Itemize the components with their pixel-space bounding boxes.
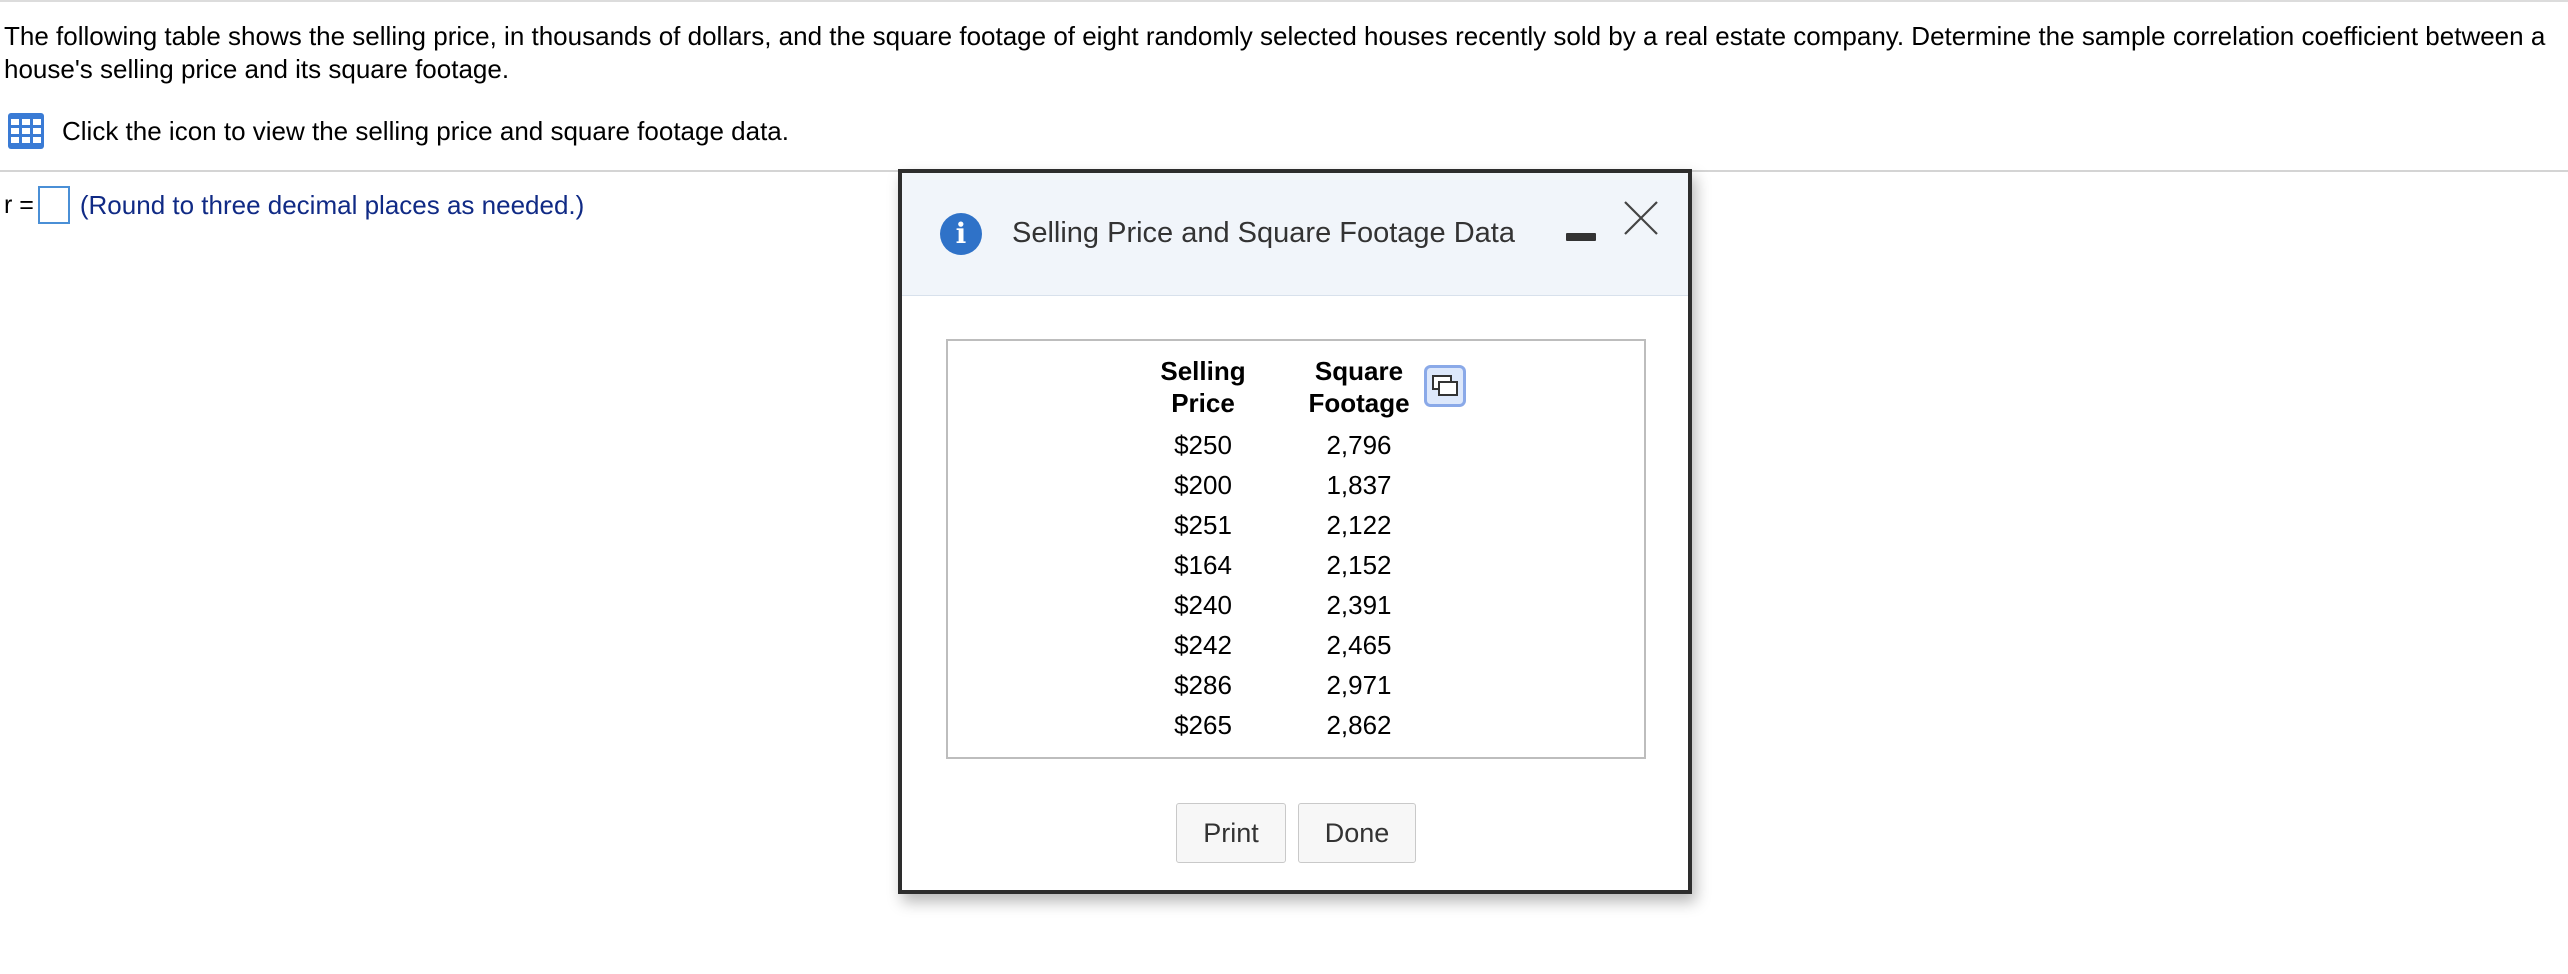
price-cell: $242 xyxy=(1174,630,1232,660)
column-header-square-footage: Square Footage xyxy=(1294,355,1424,419)
price-cell: $251 xyxy=(1174,510,1232,540)
done-button[interactable]: Done xyxy=(1298,803,1416,863)
sqft-cell: 2,122 xyxy=(1326,510,1392,540)
table-row: $200 1,837 xyxy=(948,465,1644,505)
table-row: $265 2,862 xyxy=(948,705,1644,745)
table-row: $164 2,152 xyxy=(948,545,1644,585)
sqft-cell: 2,796 xyxy=(1326,430,1392,460)
table-row: $240 2,391 xyxy=(948,585,1644,625)
sqft-cell: 1,837 xyxy=(1326,470,1392,500)
sqft-cell: 2,152 xyxy=(1326,550,1392,580)
table-row: $242 2,465 xyxy=(948,625,1644,665)
price-cell: $240 xyxy=(1174,590,1232,620)
close-icon xyxy=(1624,201,1658,235)
data-table-frame: Selling Price Square Footage $250 2,796 … xyxy=(946,339,1646,759)
dialog-header: i Selling Price and Square Footage Data xyxy=(902,173,1688,296)
sqft-cell: 2,465 xyxy=(1326,630,1392,660)
price-cell: $250 xyxy=(1174,430,1232,460)
info-icon: i xyxy=(940,213,982,255)
table-row: $286 2,971 xyxy=(948,665,1644,705)
minimize-icon xyxy=(1566,233,1596,241)
minimize-button[interactable] xyxy=(1566,221,1596,251)
table-grid-icon[interactable] xyxy=(8,113,44,149)
sqft-cell: 2,862 xyxy=(1326,710,1392,740)
view-data-link-text[interactable]: Click the icon to view the selling price… xyxy=(62,116,789,147)
price-cell: $265 xyxy=(1174,710,1232,740)
header-line: Footage xyxy=(1308,388,1410,418)
answer-row: r = (Round to three decimal places as ne… xyxy=(4,184,584,226)
rounding-instruction: (Round to three decimal places as needed… xyxy=(79,189,585,220)
price-cell: $286 xyxy=(1174,670,1232,700)
data-dialog: i Selling Price and Square Footage Data … xyxy=(898,169,1692,894)
price-cell: $164 xyxy=(1174,550,1232,580)
header-line: Square xyxy=(1314,356,1404,386)
close-button[interactable] xyxy=(1622,199,1660,237)
sqft-cell: 2,391 xyxy=(1326,590,1392,620)
r-label: r = xyxy=(4,190,34,219)
header-line: Selling xyxy=(1160,356,1246,386)
column-header-selling-price: Selling Price xyxy=(1148,355,1258,419)
sqft-cell: 2,971 xyxy=(1326,670,1392,700)
copy-to-clipboard-icon[interactable] xyxy=(1424,365,1466,407)
dialog-title: Selling Price and Square Footage Data xyxy=(1012,217,1515,249)
header-line: Price xyxy=(1171,388,1235,418)
table-row: $251 2,122 xyxy=(948,505,1644,545)
table-row: $250 2,796 xyxy=(948,425,1644,465)
price-cell: $200 xyxy=(1174,470,1232,500)
top-divider xyxy=(0,0,2568,2)
question-text: The following table shows the selling pr… xyxy=(4,21,2546,84)
view-data-link[interactable]: Click the icon to view the selling price… xyxy=(8,111,789,151)
print-button[interactable]: Print xyxy=(1176,803,1286,863)
r-answer-input[interactable] xyxy=(37,186,70,224)
